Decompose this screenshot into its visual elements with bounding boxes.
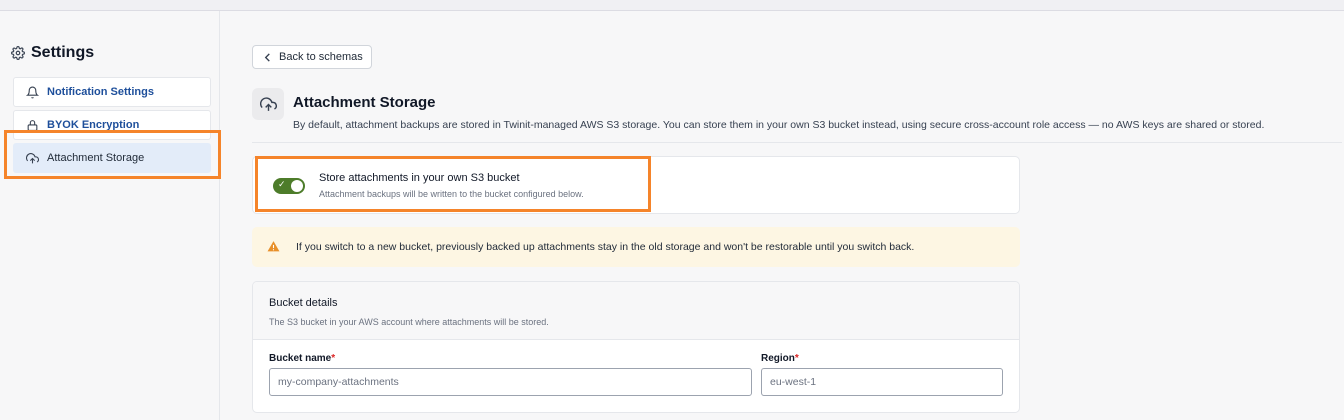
sidebar-title-text: Settings — [31, 44, 95, 61]
highlight-frame-toggle — [255, 156, 651, 212]
bell-icon — [26, 86, 39, 98]
page-icon-tile — [252, 88, 284, 120]
bucket-details-subtitle: The S3 bucket in your AWS account where … — [269, 317, 549, 327]
sidebar-item-label: Notification Settings — [47, 86, 154, 98]
bucket-name-label-text: Bucket name — [269, 353, 332, 364]
warning-banner: If you switch to a new bucket, previousl… — [252, 227, 1020, 267]
back-button-label: Back to schemas — [279, 51, 363, 63]
bucket-name-input[interactable] — [269, 368, 752, 396]
sidebar-title: Settings — [11, 44, 94, 62]
required-mark: * — [331, 353, 336, 364]
region-input[interactable] — [761, 368, 1003, 396]
top-bar — [0, 0, 1344, 11]
warning-icon — [267, 241, 280, 252]
bucket-details-title: Bucket details — [269, 297, 338, 309]
region-label-text: Region — [761, 353, 795, 364]
required-mark: * — [794, 353, 799, 364]
warning-text: If you switch to a new bucket, previousl… — [296, 241, 915, 253]
cloud-upload-icon — [259, 96, 277, 111]
bucket-name-label: Bucket name* — [269, 353, 335, 364]
bucket-details-card: Bucket details The S3 bucket in your AWS… — [252, 281, 1020, 413]
back-to-schemas-button[interactable]: Back to schemas — [252, 45, 372, 69]
region-label: Region* — [761, 353, 799, 364]
settings-sidebar: Settings Notification Settings BYOK Encr… — [0, 11, 220, 420]
bucket-details-header: Bucket details The S3 bucket in your AWS… — [253, 282, 1019, 340]
chevron-left-icon — [264, 52, 270, 62]
page-description: By default, attachment backups are store… — [293, 119, 1265, 131]
sidebar-item-notification-settings[interactable]: Notification Settings — [13, 77, 211, 107]
highlight-frame-sidebar — [4, 130, 221, 179]
gear-icon — [11, 46, 25, 60]
page-title: Attachment Storage — [293, 94, 436, 111]
header-divider — [252, 142, 1342, 143]
